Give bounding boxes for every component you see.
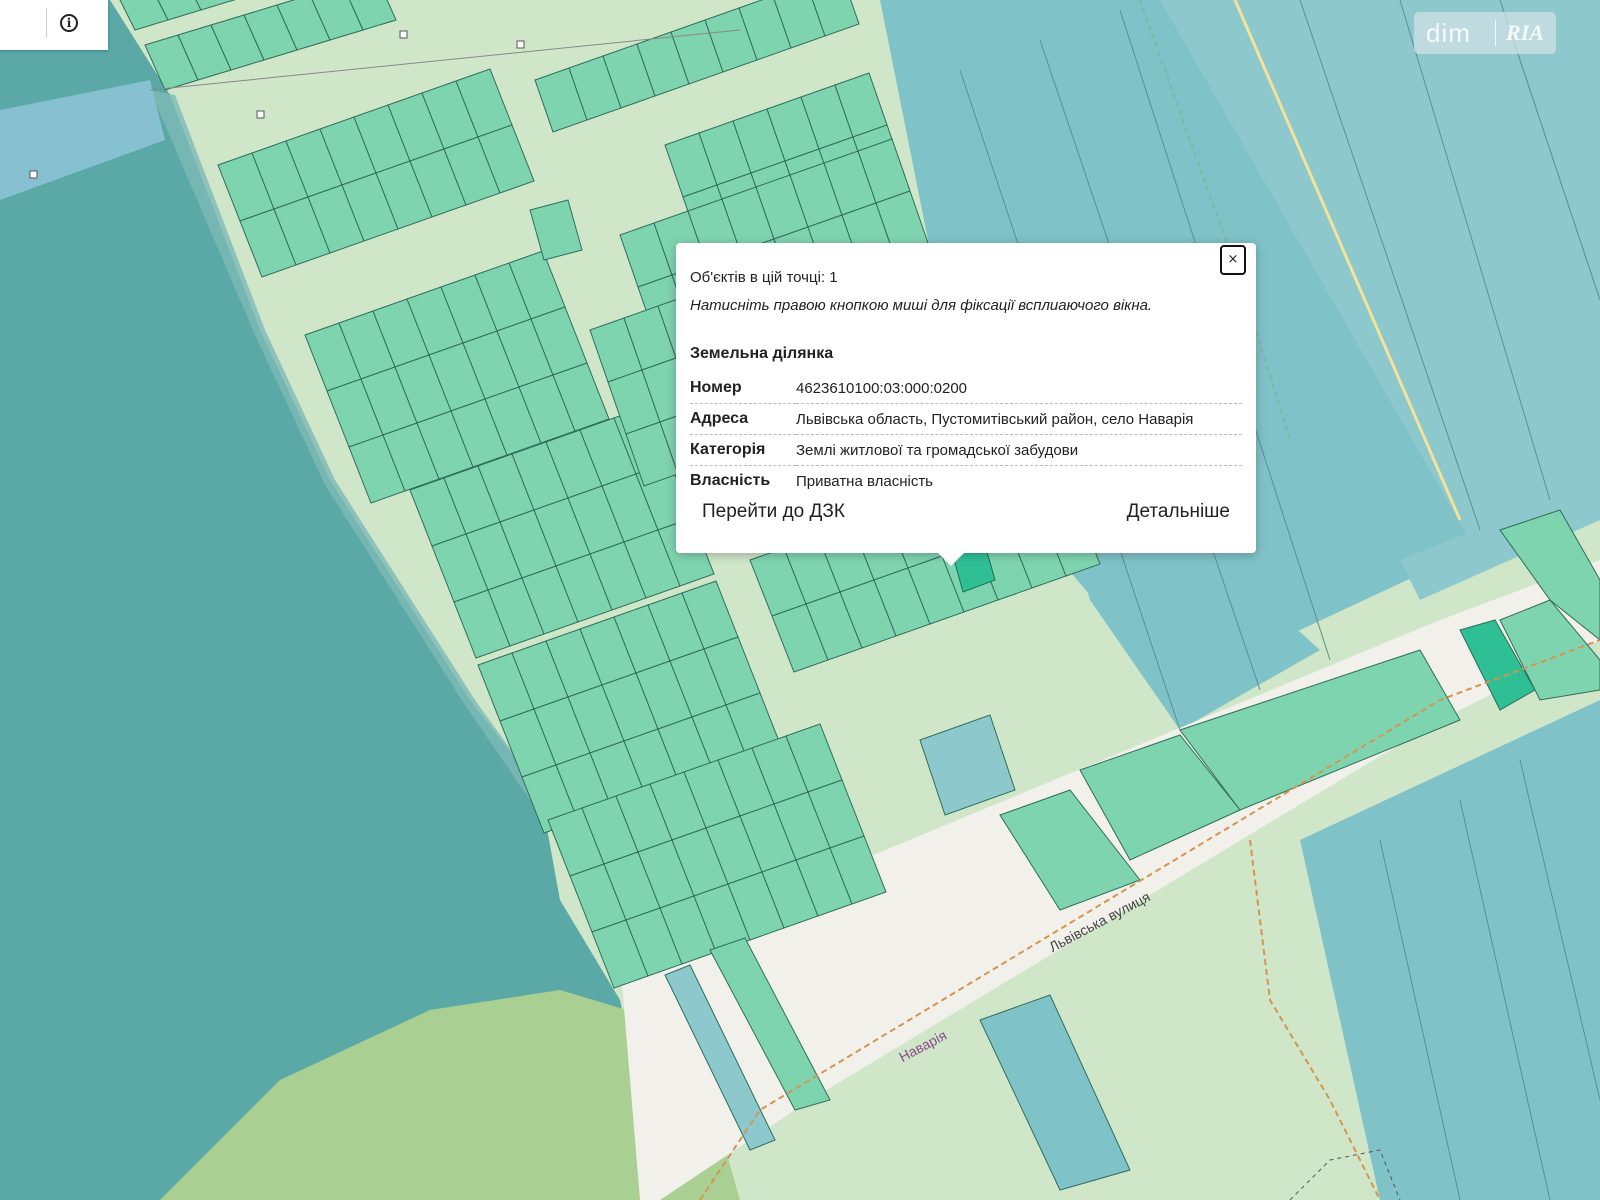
row-value: Приватна власність — [796, 472, 933, 490]
parcel-info-table: Номер 4623610100:03:000:0200 Адреса Льві… — [690, 373, 1242, 496]
row-value: Львівська область, Пустомитівський район… — [796, 403, 1242, 435]
popup-pointer — [937, 552, 965, 566]
cadastral-map[interactable] — [0, 0, 1600, 1200]
row-key: Номер — [690, 373, 796, 404]
table-row: Номер 4623610100:03:000:0200 — [690, 373, 1242, 404]
objects-count-text: Об'єктів в цій точці: 1 — [690, 269, 838, 286]
row-value: Землі житлової та громадської забудови — [796, 434, 1242, 466]
parcel-info-popup: × Об'єктів в цій точці: 1 Натисніть прав… — [676, 243, 1256, 566]
popup-section-title: Земельна ділянка — [690, 345, 834, 362]
toolbar-separator — [46, 8, 47, 38]
row-key: Власність — [690, 472, 771, 489]
row-key: Категорія — [690, 434, 796, 466]
table-row: Категорія Землі житлової та громадської … — [690, 434, 1242, 466]
popup-hint-text: Натисніть правою кнопкою миші для фіксац… — [690, 297, 1153, 314]
logo-dim-text: dim — [1426, 17, 1471, 48]
info-icon[interactable]: i — [60, 14, 78, 32]
details-button[interactable]: Детальніше — [1115, 497, 1242, 527]
dim-ria-logo: dim RIA — [1414, 12, 1556, 54]
map-toolbar: i — [0, 0, 108, 50]
table-row: Власність Приватна власність — [690, 466, 1242, 497]
logo-ria-text: RIA — [1495, 20, 1544, 46]
row-key: Адреса — [690, 403, 796, 435]
go-to-dzk-button[interactable]: Перейти до ДЗК — [690, 497, 857, 527]
popup-close-button[interactable]: × — [1220, 245, 1246, 275]
row-value: 4623610100:03:000:0200 — [796, 373, 1242, 404]
table-row: Адреса Львівська область, Пустомитівськи… — [690, 403, 1242, 435]
